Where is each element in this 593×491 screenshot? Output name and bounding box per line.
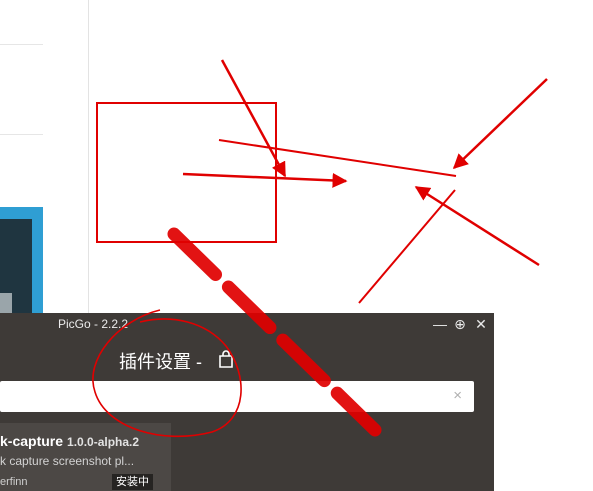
plugin-name-row: k-capture 1.0.0-alpha.2 [0, 433, 139, 449]
clear-icon[interactable]: × [453, 387, 462, 404]
annotation-rectangle [96, 102, 277, 243]
page-title: 插件设置 - [119, 352, 202, 372]
annotation-line [358, 189, 456, 304]
thumbnail-inner [0, 219, 32, 313]
thumbnail-image [0, 207, 43, 313]
annotation-line [218, 139, 457, 177]
maximize-icon[interactable]: ⊕ [452, 316, 468, 332]
divider [0, 44, 43, 45]
annotation-arrow [182, 172, 348, 188]
plugin-author: erfinn [0, 476, 28, 488]
thumbnail-screen [0, 293, 12, 313]
plugin-search-box[interactable]: × [0, 381, 474, 412]
picgo-window: PicGo - 2.2.2 — ⊕ ✕ 插件设置 - × k-capture 1.… [0, 313, 494, 491]
plugin-search-input[interactable] [0, 381, 448, 412]
plugin-card[interactable]: k-capture 1.0.0-alpha.2 k capture screens… [0, 423, 171, 491]
divider [0, 134, 43, 135]
plugin-name: k-capture [0, 433, 64, 449]
annotation-arrow [414, 185, 540, 267]
bag-icon[interactable] [218, 350, 234, 368]
close-icon[interactable]: ✕ [473, 316, 489, 332]
title-bar[interactable]: PicGo - 2.2.2 — ⊕ ✕ [0, 313, 494, 335]
annotation-arrow [452, 78, 548, 170]
plugin-version: 1.0.0-alpha.2 [67, 435, 140, 449]
minimize-icon[interactable]: — [432, 316, 448, 332]
annotation-arrow [220, 59, 287, 178]
plugin-description: k capture screenshot pl... [0, 454, 135, 468]
install-status-badge[interactable]: 安装中 [112, 474, 153, 490]
window-title: PicGo - 2.2.2 [58, 317, 129, 331]
